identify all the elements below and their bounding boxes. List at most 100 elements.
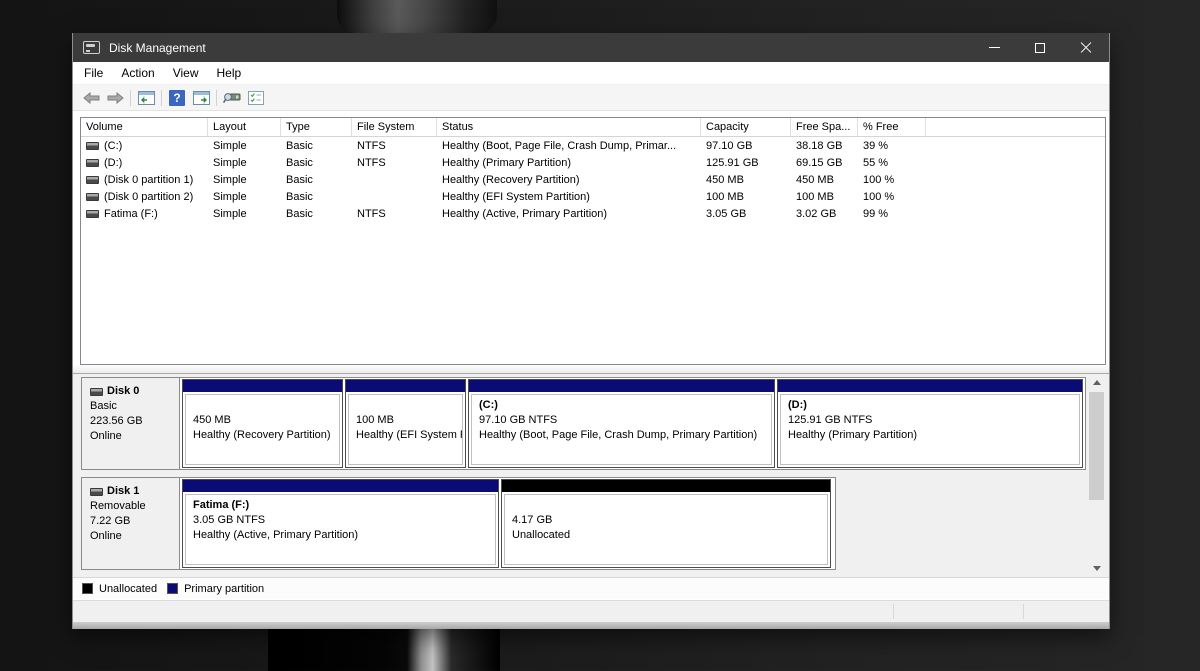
minimize-button[interactable] xyxy=(971,33,1017,62)
partition-status: Unallocated xyxy=(512,528,827,543)
disk-management-window: Disk Management FileActionViewHelp xyxy=(72,33,1110,629)
back-button[interactable] xyxy=(79,87,103,109)
volume-filesystem: NTFS xyxy=(352,208,437,220)
show-action-pane-button[interactable] xyxy=(189,87,213,109)
volume-free-space: 450 MB xyxy=(791,174,858,186)
volume-layout: Simple xyxy=(208,208,281,220)
volume-list-row[interactable]: Fatima (F:) Simple Basic NTFS Healthy (A… xyxy=(81,205,1105,222)
forward-icon xyxy=(107,92,124,104)
legend-item: Unallocated xyxy=(82,583,157,595)
scroll-up-button[interactable] xyxy=(1088,374,1105,391)
partition-label: Fatima (F:) 3.05 GB NTFS Healthy (Active… xyxy=(185,494,496,565)
menu-action[interactable]: Action xyxy=(112,62,163,84)
back-icon xyxy=(83,92,100,104)
help-button[interactable]: ? xyxy=(165,87,189,109)
maximize-button[interactable] xyxy=(1017,33,1063,62)
partition-block[interactable]: 4.17 GB Unallocated xyxy=(501,479,831,568)
properties-button[interactable] xyxy=(220,87,244,109)
disk-info-panel[interactable]: Disk 0 Basic 223.56 GB Online xyxy=(82,378,180,469)
partition-status: Healthy (EFI System Partition) xyxy=(356,428,462,443)
volume-percent-free: 100 % xyxy=(858,191,926,203)
partition-label: 4.17 GB Unallocated xyxy=(504,494,828,565)
column-header[interactable]: Capacity xyxy=(701,118,791,136)
volume-percent-free: 99 % xyxy=(858,208,926,220)
column-header[interactable]: Layout xyxy=(208,118,281,136)
partition-block[interactable]: 450 MB Healthy (Recovery Partition) xyxy=(182,379,343,468)
volume-capacity: 100 MB xyxy=(701,191,791,203)
pane-splitter[interactable] xyxy=(73,365,1109,374)
volume-status: Healthy (Active, Primary Partition) xyxy=(437,208,701,220)
window-resize-frame[interactable] xyxy=(73,622,1109,629)
monitor-stand-top xyxy=(337,0,497,33)
partition-size: 100 MB xyxy=(356,413,462,428)
menu-file[interactable]: File xyxy=(75,62,112,84)
volume-layout: Simple xyxy=(208,191,281,203)
partition-name: (C:) xyxy=(479,398,771,413)
partition-color-bar xyxy=(502,480,830,492)
volume-layout: Simple xyxy=(208,140,281,152)
scroll-down-icon xyxy=(1093,566,1101,571)
column-header[interactable]: Volume xyxy=(81,118,208,136)
volume-type: Basic xyxy=(281,174,352,186)
close-button[interactable] xyxy=(1063,33,1109,62)
column-header[interactable]: File System xyxy=(352,118,437,136)
show-console-tree-button[interactable] xyxy=(134,87,158,109)
checklist-button[interactable] xyxy=(244,87,268,109)
disk-state: Online xyxy=(90,529,179,544)
partition-size: 125.91 GB NTFS xyxy=(788,413,1079,428)
volume-name: (D:) xyxy=(104,157,122,169)
partition-block[interactable]: (C:) 97.10 GB NTFS Healthy (Boot, Page F… xyxy=(468,379,775,468)
forward-button[interactable] xyxy=(103,87,127,109)
menu-bar: FileActionViewHelp xyxy=(73,62,1109,85)
volume-type: Basic xyxy=(281,140,352,152)
partition-status: Healthy (Primary Partition) xyxy=(788,428,1079,443)
volume-status: Healthy (EFI System Partition) xyxy=(437,191,701,203)
disk-info-panel[interactable]: Disk 1 Removable 7.22 GB Online xyxy=(82,478,180,569)
volume-percent-free: 55 % xyxy=(858,157,926,169)
column-header[interactable]: Status xyxy=(437,118,701,136)
scrollbar-thumb[interactable] xyxy=(1089,392,1104,500)
volume-list-row[interactable]: (C:) Simple Basic NTFS Healthy (Boot, Pa… xyxy=(81,137,1105,154)
scroll-down-button[interactable] xyxy=(1088,560,1105,577)
volume-capacity: 450 MB xyxy=(701,174,791,186)
help-icon: ? xyxy=(169,90,185,106)
titlebar[interactable]: Disk Management xyxy=(73,33,1109,62)
column-header[interactable] xyxy=(926,118,1105,136)
disk-row: Disk 0 Basic 223.56 GB Online 450 MB Hea… xyxy=(81,377,1086,470)
disk-name: Disk 0 xyxy=(107,384,139,399)
volume-status: Healthy (Boot, Page File, Crash Dump, Pr… xyxy=(437,140,701,152)
partition-label: (D:) 125.91 GB NTFS Healthy (Primary Par… xyxy=(780,394,1080,465)
partition-block[interactable]: (D:) 125.91 GB NTFS Healthy (Primary Par… xyxy=(777,379,1083,468)
column-header[interactable]: Type xyxy=(281,118,352,136)
column-header[interactable]: Free Spa... xyxy=(791,118,858,136)
menu-help[interactable]: Help xyxy=(208,62,251,84)
toolbar-separator xyxy=(130,90,131,106)
partition-size: 450 MB xyxy=(193,413,339,428)
partition-label: 100 MB Healthy (EFI System Partition) xyxy=(348,394,463,465)
column-header[interactable]: % Free xyxy=(858,118,926,136)
graphical-view-pane: Disk 0 Basic 223.56 GB Online 450 MB Hea… xyxy=(73,374,1109,577)
disk-row: Disk 1 Removable 7.22 GB Online Fatima (… xyxy=(81,477,836,570)
partition-block[interactable]: Fatima (F:) 3.05 GB NTFS Healthy (Active… xyxy=(182,479,499,568)
partition-name xyxy=(356,398,462,413)
show-action-pane-icon xyxy=(193,91,210,105)
minimize-icon xyxy=(989,47,1000,48)
statusbar-divider xyxy=(1023,604,1024,619)
volume-percent-free: 100 % xyxy=(858,174,926,186)
volume-filesystem: NTFS xyxy=(352,157,437,169)
checklist-icon xyxy=(248,91,264,105)
volume-list-row[interactable]: (Disk 0 partition 1) Simple Basic Health… xyxy=(81,171,1105,188)
legend-label: Unallocated xyxy=(99,583,157,595)
vertical-scrollbar[interactable] xyxy=(1088,374,1105,577)
partition-size: 3.05 GB NTFS xyxy=(193,513,495,528)
volume-list-row[interactable]: (Disk 0 partition 2) Simple Basic Health… xyxy=(81,188,1105,205)
volume-list-row[interactable]: (D:) Simple Basic NTFS Healthy (Primary … xyxy=(81,154,1105,171)
partition-block[interactable]: 100 MB Healthy (EFI System Partition) xyxy=(345,379,466,468)
window-title: Disk Management xyxy=(109,41,206,55)
drive-icon xyxy=(86,176,99,184)
disk-size: 223.56 GB xyxy=(90,414,179,429)
menu-view[interactable]: View xyxy=(164,62,208,84)
partition-blocks: 450 MB Healthy (Recovery Partition) 100 … xyxy=(180,378,1085,469)
drive-icon xyxy=(86,142,99,150)
volume-type: Basic xyxy=(281,208,352,220)
